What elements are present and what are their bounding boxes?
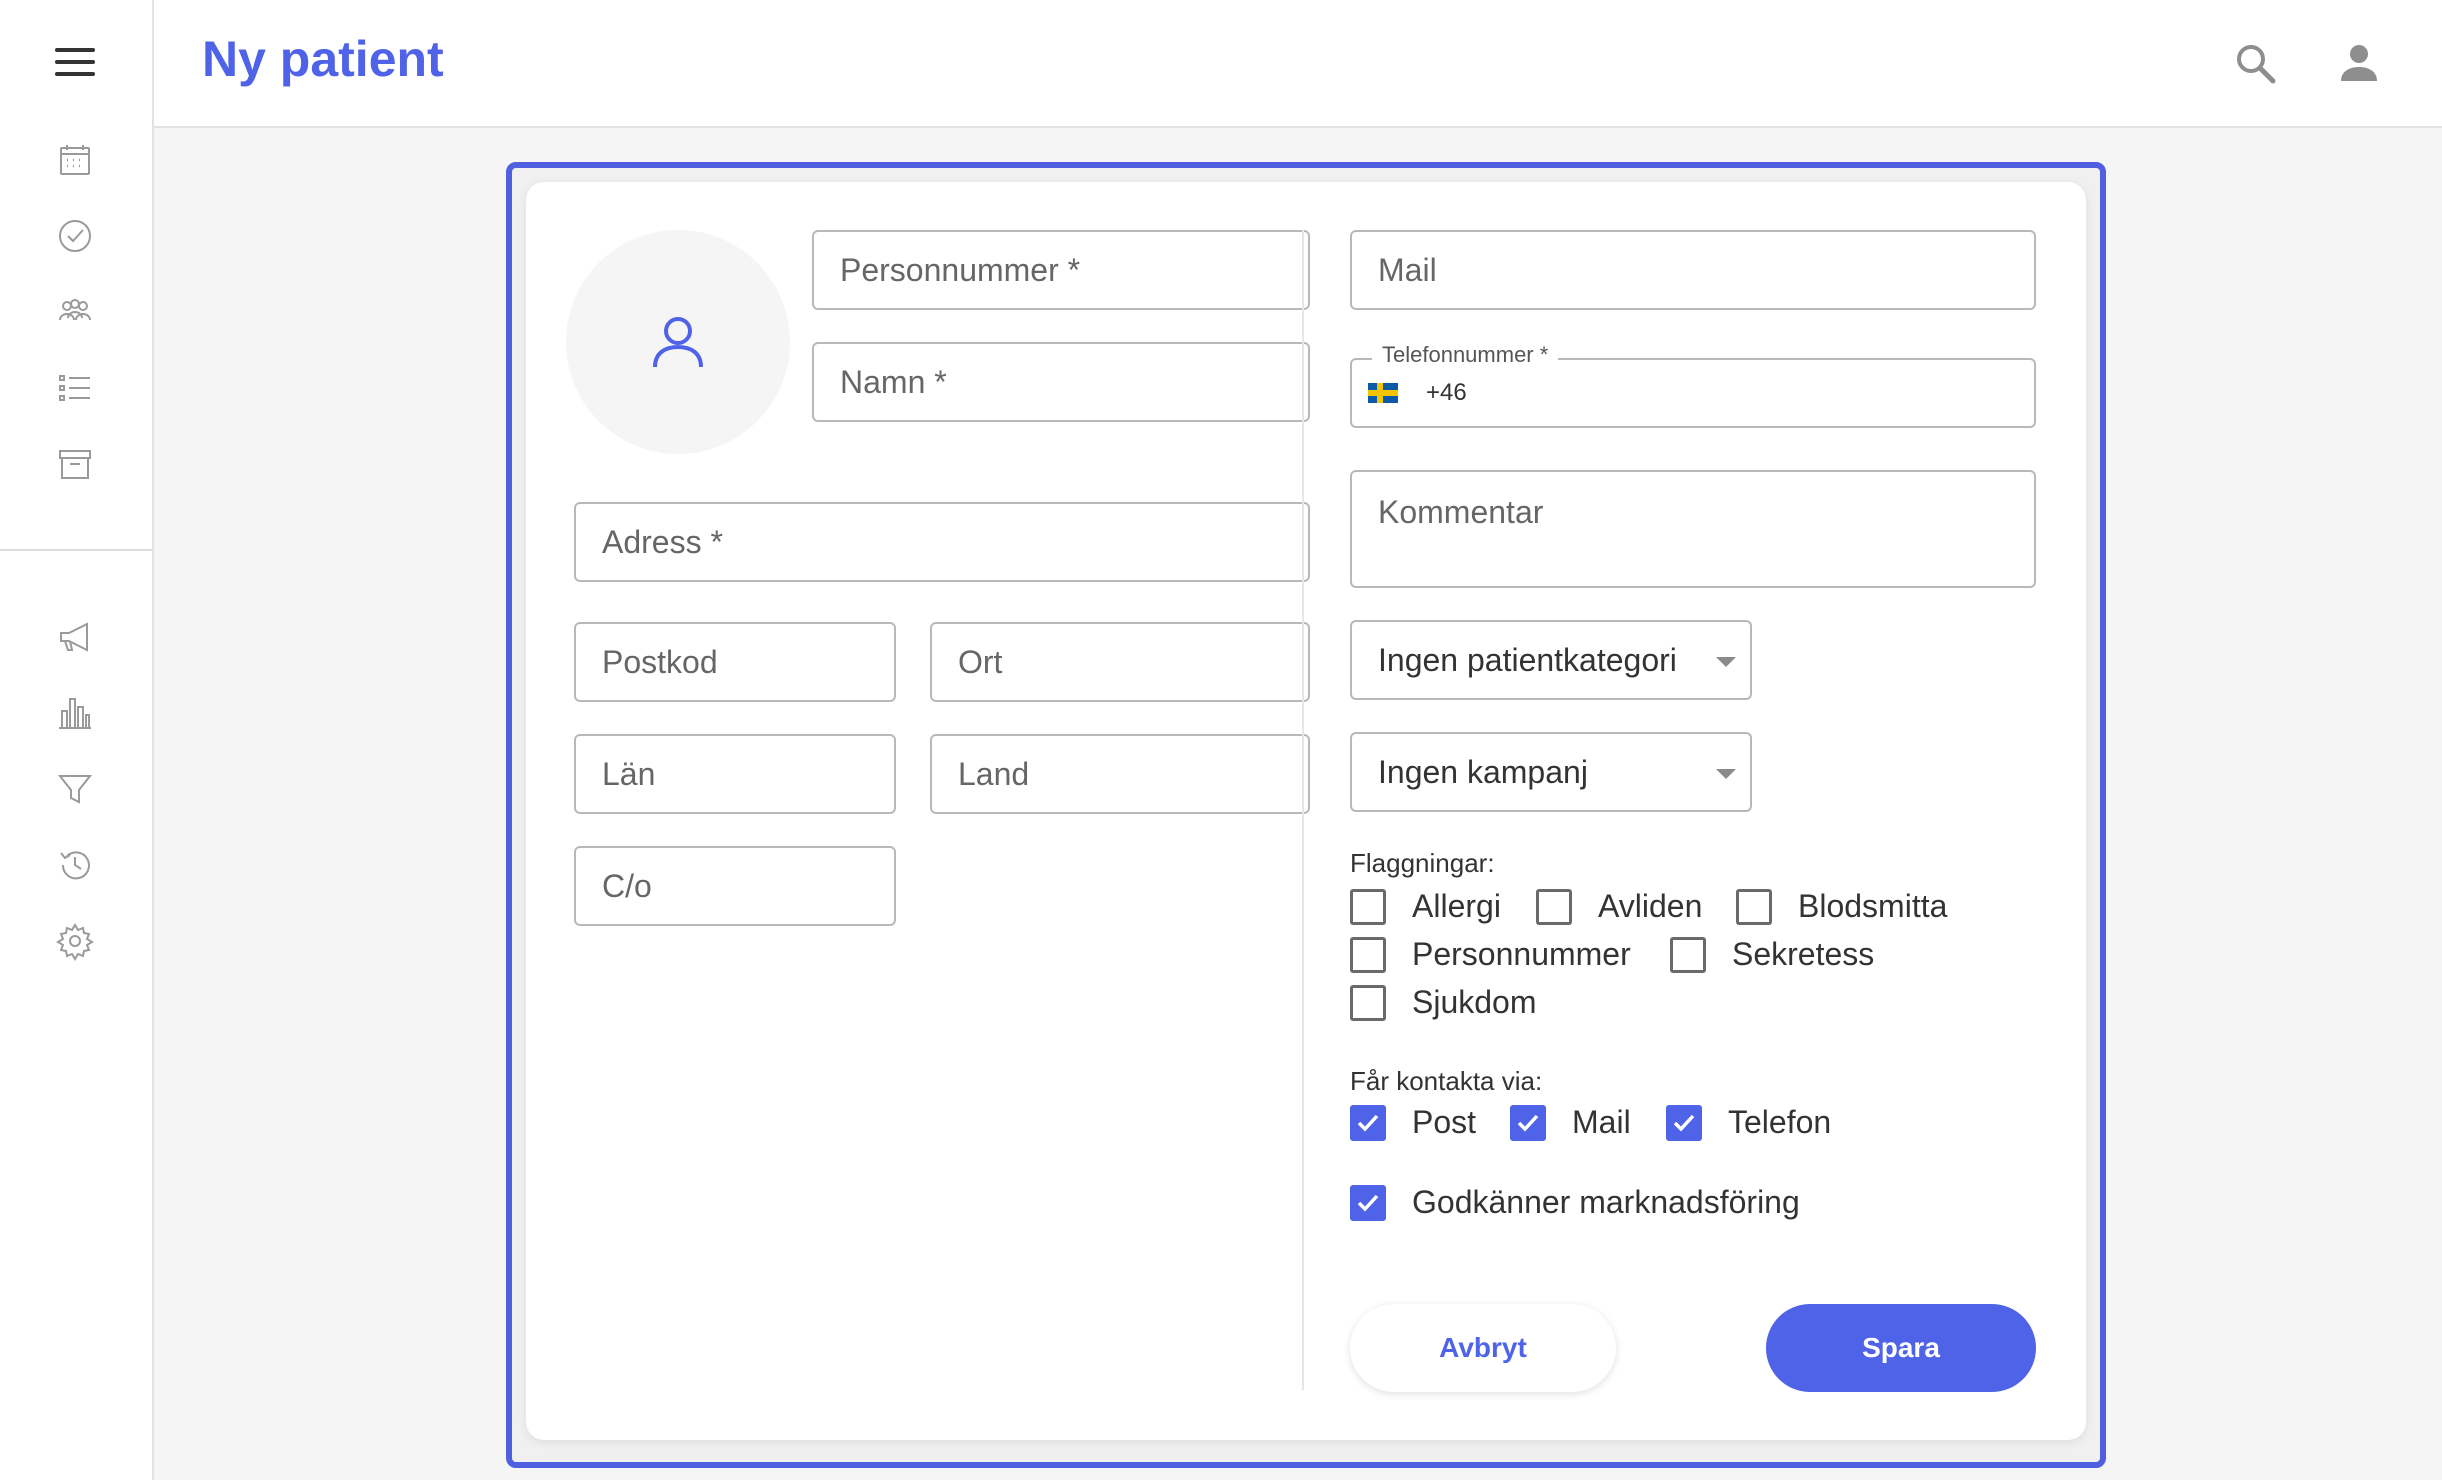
menu-icon[interactable] [55, 48, 95, 76]
new-patient-form: Personnummer * Namn * Adress * Postkod O… [526, 182, 2086, 1440]
check-circle-icon[interactable] [52, 213, 98, 259]
checkbox-icon[interactable] [1350, 936, 1386, 973]
flags-label: Flaggningar: [1350, 848, 1495, 878]
land-field[interactable]: Land [930, 734, 1310, 814]
namn-field[interactable]: Namn * [812, 342, 1310, 422]
lan-field[interactable]: Län [574, 734, 896, 814]
search-icon[interactable] [2228, 36, 2282, 90]
checkbox-icon[interactable] [1670, 936, 1706, 973]
column-divider [1302, 230, 1304, 1390]
contact-mail-checkbox[interactable]: Mail [1510, 1104, 1631, 1141]
new-patient-dialog-frame: Personnummer * Namn * Adress * Postkod O… [506, 162, 2106, 1468]
flag-allergi-label: Allergi [1412, 888, 1501, 924]
settings-icon[interactable] [52, 918, 98, 964]
personnummer-field[interactable]: Personnummer * [812, 230, 1310, 310]
chevron-down-icon [1716, 769, 1736, 779]
ort-placeholder: Ort [958, 643, 1003, 680]
flag-sekretess-checkbox[interactable]: Sekretess [1670, 936, 1874, 973]
flag-sekretess-label: Sekretess [1732, 936, 1875, 972]
contact-post-label: Post [1412, 1104, 1477, 1140]
lan-placeholder: Län [602, 755, 656, 792]
mail-placeholder: Mail [1378, 251, 1437, 288]
telefon-label: Telefonnummer * [1372, 342, 1559, 368]
contact-label: Får kontakta via: [1350, 1066, 1543, 1096]
namn-placeholder: Namn * [840, 363, 947, 400]
top-bar: Ny patient [154, 0, 2442, 128]
page-title: Ny patient [202, 31, 444, 87]
adress-field[interactable]: Adress * [574, 502, 1310, 582]
flag-allergi-checkbox[interactable]: Allergi [1350, 888, 1501, 925]
kommentar-field[interactable]: Kommentar [1350, 470, 2036, 588]
sweden-flag-icon[interactable] [1368, 383, 1398, 403]
kampanj-select[interactable]: Ingen kampanj [1350, 732, 1752, 812]
patientkategori-select[interactable]: Ingen patientkategori [1350, 620, 1752, 700]
patientkategori-value: Ingen patientkategori [1378, 641, 1677, 678]
checkbox-icon[interactable] [1350, 888, 1386, 925]
flag-personnummer-label: Personnummer [1412, 936, 1631, 972]
kampanj-value: Ingen kampanj [1378, 753, 1588, 790]
co-field[interactable]: C/o [574, 846, 896, 926]
calendar-icon[interactable] [52, 137, 98, 183]
postkod-placeholder: Postkod [602, 643, 718, 680]
checkbox-icon[interactable] [1536, 888, 1572, 925]
flag-blodsmitta-label: Blodsmitta [1798, 888, 1948, 924]
people-icon[interactable] [52, 289, 98, 335]
checkbox-checked-icon[interactable] [1666, 1104, 1702, 1141]
flag-avliden-checkbox[interactable]: Avliden [1536, 888, 1702, 925]
land-placeholder: Land [958, 755, 1030, 792]
marketing-label: Godkänner marknadsföring [1412, 1184, 1800, 1220]
adress-placeholder: Adress * [602, 523, 723, 560]
checkbox-checked-icon[interactable] [1350, 1104, 1386, 1141]
archive-icon[interactable] [52, 441, 98, 487]
ort-field[interactable]: Ort [930, 622, 1310, 702]
megaphone-icon[interactable] [52, 614, 98, 660]
flag-sjukdom-label: Sjukdom [1412, 984, 1537, 1020]
flag-blodsmitta-checkbox[interactable]: Blodsmitta [1736, 888, 1947, 925]
list-icon[interactable] [52, 365, 98, 411]
co-placeholder: C/o [602, 867, 652, 904]
history-icon[interactable] [52, 842, 98, 888]
contact-mail-label: Mail [1572, 1104, 1631, 1140]
avatar[interactable] [566, 230, 790, 454]
mail-field[interactable]: Mail [1350, 230, 2036, 310]
checkbox-icon[interactable] [1350, 984, 1386, 1021]
flag-personnummer-checkbox[interactable]: Personnummer [1350, 936, 1631, 973]
telefon-prefix: +46 [1426, 379, 1467, 406]
checkbox-checked-icon[interactable] [1510, 1104, 1546, 1141]
contact-post-checkbox[interactable]: Post [1350, 1104, 1476, 1141]
marketing-checkbox[interactable]: Godkänner marknadsföring [1350, 1184, 1800, 1221]
checkbox-icon[interactable] [1736, 888, 1772, 925]
sidebar-divider [0, 549, 152, 551]
kommentar-placeholder: Kommentar [1378, 494, 1544, 530]
save-button[interactable]: Spara [1766, 1304, 2036, 1392]
contact-telefon-label: Telefon [1728, 1104, 1832, 1140]
bar-chart-icon[interactable] [52, 690, 98, 736]
filter-icon[interactable] [52, 766, 98, 812]
sidebar [0, 0, 154, 1480]
cancel-button[interactable]: Avbryt [1350, 1304, 1616, 1392]
user-icon[interactable] [2332, 36, 2386, 90]
checkbox-checked-icon[interactable] [1350, 1184, 1386, 1221]
telefon-field[interactable]: Telefonnummer * +46 [1350, 342, 2036, 428]
personnummer-placeholder: Personnummer * [840, 251, 1081, 288]
flag-avliden-label: Avliden [1598, 888, 1703, 924]
flag-sjukdom-checkbox[interactable]: Sjukdom [1350, 984, 1537, 1021]
contact-telefon-checkbox[interactable]: Telefon [1666, 1104, 1831, 1141]
chevron-down-icon [1716, 657, 1736, 667]
postkod-field[interactable]: Postkod [574, 622, 896, 702]
